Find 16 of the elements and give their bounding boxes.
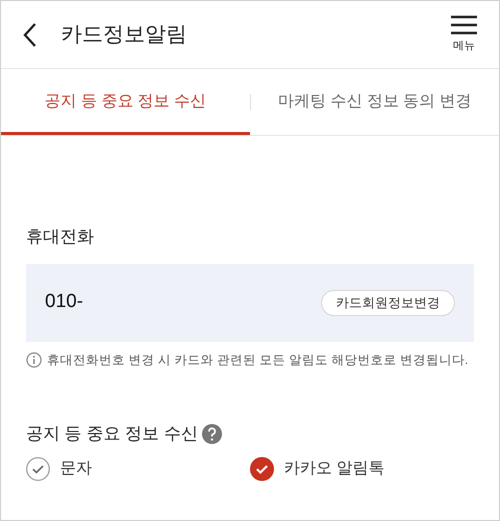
checkbox[interactable] [26, 456, 50, 481]
member-info-change-button[interactable]: 카드회원정보변경 [321, 290, 455, 316]
section-title: 휴대전화 [26, 226, 95, 248]
section-title: 공지 등 중요 정보 수신 [26, 423, 198, 446]
option-label[interactable]: 카카오 알림톡 [284, 456, 384, 481]
info-icon [26, 352, 42, 368]
tab[interactable]: 공지 등 중요 정보 수신 [1, 69, 250, 135]
checkbox[interactable] [250, 456, 274, 481]
option-label[interactable]: 문자 [60, 456, 92, 481]
back-icon[interactable] [23, 22, 37, 48]
info-note: 휴대전화번호 변경 시 카드와 관련된 모든 알림도 해당번호로 변경됩니다. [47, 352, 468, 368]
tab[interactable]: 마케팅 수신 정보 동의 변경 [250, 69, 499, 135]
page-title: 카드정보알림 [61, 22, 187, 48]
menu-button[interactable]: 메뉴 [451, 14, 477, 54]
help-icon[interactable] [202, 424, 222, 444]
phone-number: 010- [45, 290, 84, 314]
